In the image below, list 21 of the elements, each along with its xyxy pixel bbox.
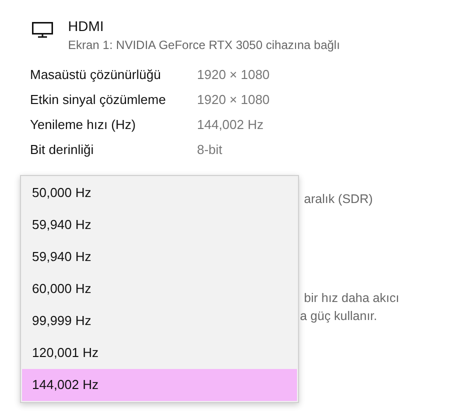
dropdown-option[interactable]: 120,001 Hz (22, 337, 297, 369)
description-text: a güç kullanır. (300, 308, 378, 325)
property-label: Masaüstü çözünürlüğü (30, 66, 162, 84)
display-subtitle: Ekran 1: NVIDIA GeForce RTX 3050 cihazına bağlı (68, 37, 340, 54)
dropdown-option[interactable]: 144,002 Hz (22, 369, 297, 401)
monitor-icon (32, 22, 53, 38)
dropdown-option[interactable]: 59,940 Hz (22, 209, 297, 241)
display-title: HDMI (68, 17, 105, 36)
property-value: 144,002 Hz (197, 116, 264, 134)
dropdown-option[interactable]: 59,940 Hz (22, 241, 297, 273)
description-text: aralık (SDR) (304, 191, 373, 208)
property-value: 8-bit (197, 140, 222, 159)
property-value: 1920 × 1080 (197, 66, 270, 84)
dropdown-option[interactable]: 99,999 Hz (22, 305, 297, 337)
dropdown-option[interactable]: 50,000 Hz (22, 177, 297, 209)
property-label: Etkin sinyal çözümleme (30, 90, 167, 109)
property-value: 1920 × 1080 (197, 90, 270, 109)
description-text: bir hız daha akıcı (304, 290, 400, 307)
property-label: Bit derinliği (30, 140, 95, 159)
dropdown-option[interactable]: 60,000 Hz (22, 273, 297, 305)
property-label: Yenileme hızı (Hz) (30, 116, 137, 134)
